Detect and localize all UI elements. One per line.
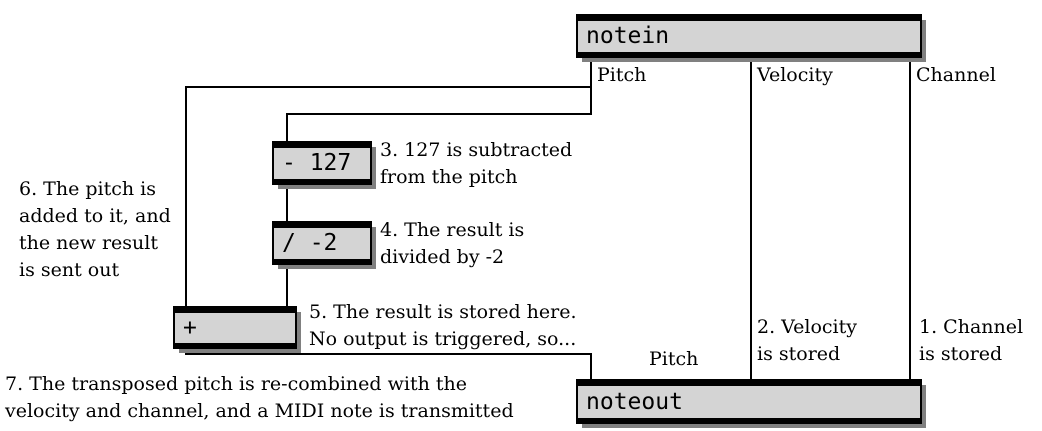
step5-line2: No output is triggered, so...	[309, 328, 577, 350]
noteout-object[interactable]: noteout	[576, 379, 926, 428]
notein-object[interactable]: notein	[576, 14, 926, 62]
patch-cord-minus-to-divide[interactable]	[286, 187, 288, 223]
patch-cord-channel[interactable]	[909, 58, 911, 381]
step7-comment: 7. The transposed pitch is re-combined w…	[5, 371, 514, 425]
step2-line1: 2. Velocity	[757, 316, 857, 338]
step1-comment: 1. Channel is stored	[919, 314, 1023, 368]
step6-line1: 6. The pitch is	[19, 178, 156, 200]
step6-line4: is sent out	[19, 259, 120, 281]
patch-cord-pitch-to-minus-v[interactable]	[286, 113, 288, 143]
patch-cord-velocity[interactable]	[750, 58, 752, 381]
notein-velocity-label: Velocity	[757, 64, 833, 86]
step3-comment: 3. 127 is subtracted from the pitch	[380, 137, 572, 191]
step6-line3: the new result	[19, 232, 158, 254]
patch-cord-pitch-to-minus-h[interactable]	[286, 113, 592, 115]
step7-line1: 7. The transposed pitch is re-combined w…	[5, 373, 467, 395]
notein-label: notein	[586, 23, 670, 49]
patch-cord-pitch-to-minus-v2[interactable]	[590, 86, 592, 115]
step4-comment: 4. The result is divided by -2	[380, 217, 524, 271]
step5-comment: 5. The result is stored here. No output …	[309, 299, 577, 353]
patch-cord-pitch-to-plus-h[interactable]	[185, 86, 592, 88]
minus-label: - 127	[282, 150, 352, 176]
noteout-pitch-label: Pitch	[649, 348, 699, 370]
patch-cord-plus-to-noteout-v2[interactable]	[590, 353, 592, 381]
step5-line1: 5. The result is stored here.	[309, 301, 577, 323]
step7-line2: velocity and channel, and a MIDI note is…	[5, 400, 514, 422]
patch-canvas: notein - 127 / -2 + noteout Pitch Veloci…	[0, 0, 1042, 431]
noteout-label: noteout	[586, 388, 683, 415]
step1-line2: is stored	[919, 343, 1003, 365]
patch-cord-divide-to-plus[interactable]	[286, 266, 288, 308]
step3-line1: 3. 127 is subtracted	[380, 139, 573, 161]
step6-line2: added to it, and	[19, 205, 171, 227]
divide-object[interactable]: / -2	[272, 221, 376, 269]
patch-cord-plus-to-noteout-h[interactable]	[185, 353, 592, 355]
divide-label: / -2	[282, 230, 338, 256]
plus-object[interactable]: +	[173, 306, 301, 353]
notein-channel-label: Channel	[916, 64, 996, 86]
minus-object[interactable]: - 127	[272, 141, 376, 189]
step2-line2: is stored	[757, 343, 841, 365]
patch-cord-pitch-to-plus[interactable]	[590, 58, 592, 88]
step4-line1: 4. The result is	[380, 219, 525, 241]
step4-line2: divided by -2	[380, 246, 505, 268]
patch-cord-pitch-to-plus-v[interactable]	[185, 86, 187, 311]
notein-pitch-label: Pitch	[597, 64, 647, 86]
plus-label: +	[183, 314, 197, 341]
step2-comment: 2. Velocity is stored	[757, 314, 857, 368]
step1-line1: 1. Channel	[919, 316, 1024, 338]
step3-line2: from the pitch	[380, 166, 518, 188]
step6-comment: 6. The pitch is added to it, and the new…	[19, 176, 171, 284]
